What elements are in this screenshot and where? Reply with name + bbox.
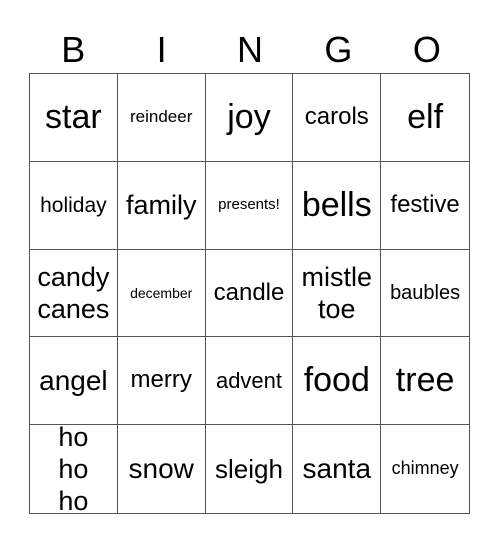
header-letter-g: G	[324, 29, 353, 70]
bingo-cell[interactable]: family	[117, 161, 206, 250]
bingo-cell[interactable]: chimney	[381, 425, 469, 513]
bingo-cell[interactable]: bells	[293, 161, 382, 250]
bingo-cell[interactable]: candle	[205, 249, 294, 338]
header-letter-b: B	[61, 29, 86, 70]
bingo-cell[interactable]: advent	[205, 337, 294, 426]
bingo-cell[interactable]: holiday	[30, 161, 118, 250]
bingo-cell[interactable]: angel	[30, 337, 118, 426]
bingo-cell[interactable]: star	[30, 74, 118, 162]
header-letter-i: I	[156, 29, 167, 70]
bingo-header: B I N G O	[29, 28, 471, 72]
bingo-cell[interactable]: carols	[293, 74, 382, 162]
bingo-cell[interactable]: santa	[293, 425, 382, 513]
bingo-cell[interactable]: baubles	[381, 250, 469, 338]
bingo-cell[interactable]: december	[117, 249, 206, 338]
bingo-cell[interactable]: food	[293, 337, 382, 426]
bingo-grid: star reindeer joy carols elf holiday fam…	[29, 73, 470, 514]
bingo-cell[interactable]: snow	[118, 425, 206, 513]
bingo-cell[interactable]: joy	[205, 74, 294, 162]
bingo-cell[interactable]: reindeer	[117, 74, 206, 162]
bingo-cell[interactable]: merry	[117, 337, 206, 426]
bingo-cell[interactable]: elf	[381, 74, 469, 162]
bingo-cell[interactable]: tree	[381, 337, 469, 426]
bingo-cell[interactable]: festive	[381, 162, 469, 250]
bingo-cell[interactable]: mistle toe	[293, 249, 382, 338]
header-letter-o: O	[412, 29, 441, 70]
header-letter-n: N	[237, 29, 264, 70]
bingo-cell[interactable]: presents!	[205, 161, 294, 250]
bingo-cell[interactable]: ho ho ho	[30, 425, 118, 513]
bingo-cell[interactable]: candy canes	[30, 249, 118, 338]
bingo-cell[interactable]: sleigh	[206, 425, 294, 513]
